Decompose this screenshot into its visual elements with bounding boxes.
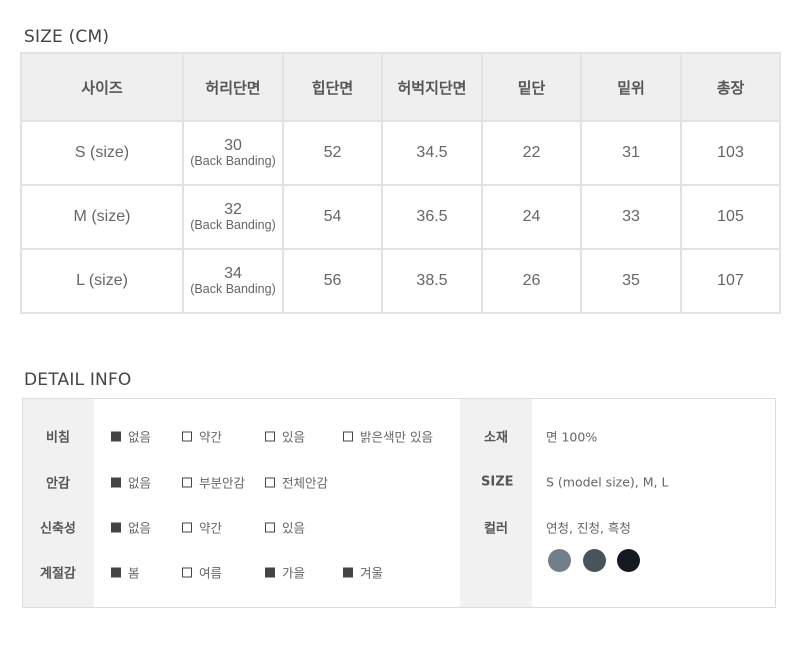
label-size: SIZE (481, 474, 514, 490)
header-thigh: 허벅지단면 (381, 52, 483, 122)
cell-size: M (size) (20, 184, 184, 250)
table-row: S (size) 30 (Back Banding) 52 34.5 22 31… (20, 120, 781, 186)
size-table-header-row: 사이즈 허리단면 힙단면 허벅지단면 밑단 밑위 총장 (20, 52, 781, 122)
header-hip: 힙단면 (282, 52, 383, 122)
cell-waist: 34 (Back Banding) (182, 248, 284, 314)
option-transparency-light-only: 밝은색만 있음 (343, 427, 433, 446)
option-label: 밝은색만 있음 (360, 429, 433, 445)
option-transparency-none: 없음 (111, 427, 151, 446)
cell-hem: 26 (481, 248, 582, 314)
label-material: 소재 (484, 430, 508, 446)
option-season-winter: 겨울 (343, 563, 383, 582)
cell-size: L (size) (20, 248, 184, 314)
color-value: 연청, 진청, 흑청 (546, 520, 631, 536)
option-label: 부분안감 (199, 475, 246, 491)
checkbox-empty-icon (182, 567, 192, 577)
cell-thigh: 34.5 (381, 120, 483, 186)
checkbox-empty-icon (265, 522, 275, 532)
waist-note: (Back Banding) (190, 218, 276, 232)
checkbox-checked-icon (111, 431, 121, 441)
option-label: 없음 (128, 429, 152, 445)
option-label: 있음 (282, 520, 306, 536)
header-length: 총장 (680, 52, 781, 122)
cell-hip: 56 (282, 248, 383, 314)
cell-hip: 54 (282, 184, 383, 250)
label-lining: 안감 (46, 476, 70, 492)
cell-thigh: 36.5 (381, 184, 483, 250)
option-label: 겨울 (360, 565, 384, 581)
label-stretch: 신축성 (40, 521, 76, 537)
option-label: 없음 (128, 520, 152, 536)
checkbox-checked-icon (111, 567, 121, 577)
cell-rise: 35 (580, 248, 682, 314)
size-value: S (model size), M, L (546, 474, 669, 490)
cell-rise: 31 (580, 120, 682, 186)
option-transparency-slight: 약간 (182, 427, 222, 446)
cell-length: 105 (680, 184, 781, 250)
cell-waist: 32 (Back Banding) (182, 184, 284, 250)
table-row: M (size) 32 (Back Banding) 54 36.5 24 33… (20, 184, 781, 250)
option-lining-full: 전체안감 (265, 473, 328, 492)
checkbox-checked-icon (111, 477, 121, 487)
checkbox-checked-icon (343, 567, 353, 577)
table-row: L (size) 34 (Back Banding) 56 38.5 26 35… (20, 248, 781, 314)
checkbox-checked-icon (265, 567, 275, 577)
cell-size: S (size) (20, 120, 184, 186)
header-hem: 밑단 (481, 52, 582, 122)
checkbox-empty-icon (265, 431, 275, 441)
checkbox-checked-icon (111, 522, 121, 532)
header-rise: 밑위 (580, 52, 682, 122)
header-size: 사이즈 (20, 52, 184, 122)
option-stretch-slight: 약간 (182, 518, 222, 537)
option-lining-none: 없음 (111, 473, 151, 492)
waist-note: (Back Banding) (190, 154, 276, 168)
checkbox-empty-icon (182, 522, 192, 532)
color-swatch-dark-denim (583, 549, 606, 572)
option-label: 가을 (282, 565, 306, 581)
option-season-summer: 여름 (182, 563, 222, 582)
option-season-autumn: 가을 (265, 563, 305, 582)
size-table: 사이즈 허리단면 힙단면 허벅지단면 밑단 밑위 총장 S (size) 30 … (20, 52, 781, 314)
option-transparency-yes: 있음 (265, 427, 305, 446)
option-stretch-none: 없음 (111, 518, 151, 537)
label-season: 계절감 (40, 566, 76, 582)
option-label: 약간 (199, 429, 223, 445)
cell-length: 103 (680, 120, 781, 186)
color-swatch-light-denim (548, 549, 571, 572)
option-label: 전체안감 (282, 475, 329, 491)
color-swatch-black-denim (617, 549, 640, 572)
cell-hem: 24 (481, 184, 582, 250)
option-label: 있음 (282, 429, 306, 445)
option-lining-partial: 부분안감 (182, 473, 245, 492)
option-label: 여름 (199, 565, 223, 581)
detail-section-title: DETAIL INFO (24, 370, 132, 390)
header-waist: 허리단면 (182, 52, 284, 122)
checkbox-empty-icon (265, 477, 275, 487)
cell-hip: 52 (282, 120, 383, 186)
detail-info-box: 비침 없음 약간 있음 밝은색만 있음 안감 없음 부분안감 전체안감 신축성 … (22, 398, 776, 608)
cell-thigh: 38.5 (381, 248, 483, 314)
checkbox-empty-icon (182, 431, 192, 441)
option-season-spring: 봄 (111, 563, 140, 582)
waist-value: 30 (224, 137, 242, 154)
waist-note: (Back Banding) (190, 282, 276, 296)
waist-value: 34 (224, 265, 242, 282)
cell-length: 107 (680, 248, 781, 314)
option-label: 없음 (128, 475, 152, 491)
option-label: 봄 (128, 565, 140, 581)
cell-hem: 22 (481, 120, 582, 186)
checkbox-empty-icon (343, 431, 353, 441)
label-color: 컬러 (484, 521, 508, 537)
material-value: 면 100% (546, 429, 598, 445)
size-section-title: SIZE (CM) (24, 27, 110, 47)
label-transparency: 비침 (46, 430, 70, 446)
option-label: 약간 (199, 520, 223, 536)
cell-rise: 33 (580, 184, 682, 250)
waist-value: 32 (224, 201, 242, 218)
option-stretch-yes: 있음 (265, 518, 305, 537)
checkbox-empty-icon (182, 477, 192, 487)
cell-waist: 30 (Back Banding) (182, 120, 284, 186)
